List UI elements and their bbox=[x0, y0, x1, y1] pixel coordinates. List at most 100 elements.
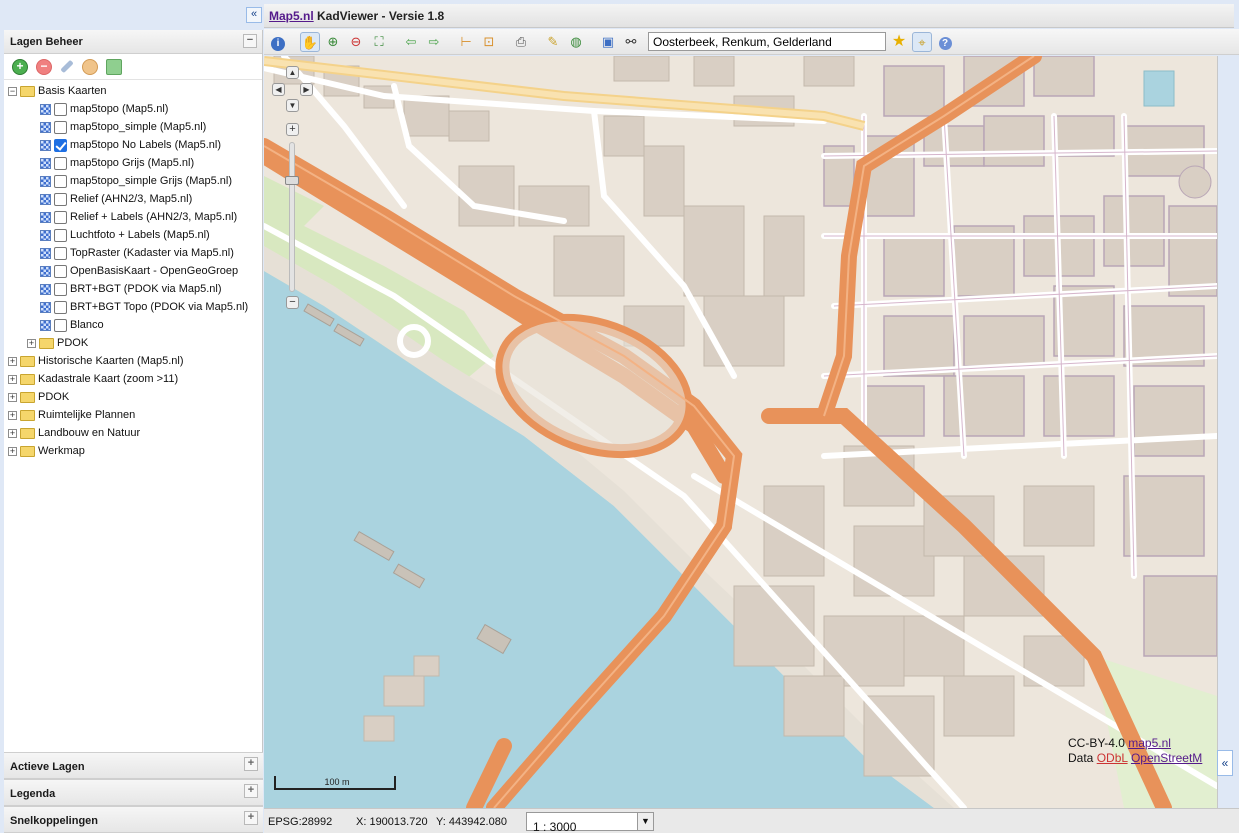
folder-basis-kaarten[interactable]: − Basis Kaarten bbox=[8, 82, 262, 100]
measure-area-icon[interactable]: ⊡ bbox=[479, 32, 499, 52]
layer-item[interactable]: map5topo No Labels (Map5.nl) bbox=[8, 136, 262, 154]
layer-checkbox[interactable] bbox=[54, 174, 67, 188]
expand-toggle[interactable]: + bbox=[8, 356, 17, 366]
pan-right-button[interactable]: ▶ bbox=[300, 83, 313, 96]
layer-item[interactable]: map5topo (Map5.nl) bbox=[8, 100, 262, 118]
wrench-icon[interactable] bbox=[60, 59, 74, 74]
attribution-map5-link[interactable]: map5.nl bbox=[1128, 736, 1171, 750]
layer-item[interactable]: Blanco bbox=[8, 316, 262, 334]
layer-label: map5topo_simple (Map5.nl) bbox=[70, 121, 207, 133]
expand-toggle[interactable]: + bbox=[27, 338, 36, 348]
pan-down-button[interactable]: ▼ bbox=[286, 99, 299, 112]
pan-hand-icon[interactable]: ✋ bbox=[300, 31, 320, 52]
layer-icon bbox=[40, 175, 51, 187]
layer-item[interactable]: TopRaster (Kadaster via Map5.nl) bbox=[8, 244, 262, 262]
chevron-down-icon[interactable]: ▼ bbox=[637, 813, 653, 830]
zoom-slider-handle[interactable] bbox=[285, 176, 299, 185]
expand-toggle[interactable]: + bbox=[8, 446, 17, 456]
pan-up-button[interactable]: ▲ bbox=[286, 66, 299, 79]
panel-legenda[interactable]: Legenda + bbox=[4, 779, 263, 806]
panel-title: Legenda bbox=[10, 788, 56, 800]
expand-panel-button[interactable]: + bbox=[244, 784, 258, 798]
binoculars-icon[interactable]: ⚯ bbox=[621, 32, 641, 52]
layer-item[interactable]: map5topo_simple (Map5.nl) bbox=[8, 118, 262, 136]
scale-select[interactable]: 1 : 3000 ▼ bbox=[526, 812, 654, 834]
globe-icon[interactable]: ◍ bbox=[566, 32, 586, 52]
double-chevron-left-icon[interactable]: « bbox=[246, 7, 262, 23]
info-icon[interactable]: i bbox=[268, 32, 288, 52]
layer-item[interactable]: map5topo Grijs (Map5.nl) bbox=[8, 154, 262, 172]
locate-search-icon[interactable]: ⌖ bbox=[912, 31, 932, 52]
folder-open-icon bbox=[20, 85, 35, 97]
layer-item[interactable]: Luchtfoto + Labels (Map5.nl) bbox=[8, 226, 262, 244]
layer-checkbox[interactable] bbox=[54, 246, 67, 260]
folder-item[interactable]: + PDOK bbox=[8, 388, 262, 406]
layer-checkbox[interactable] bbox=[54, 264, 67, 278]
zoom-in-icon[interactable]: ⊕ bbox=[323, 32, 343, 52]
panel-actieve-lagen[interactable]: Actieve Lagen + bbox=[4, 752, 263, 779]
layer-checkbox[interactable] bbox=[54, 210, 67, 224]
folder-pdok-sub[interactable]: + PDOK bbox=[8, 334, 262, 352]
layer-checkbox[interactable] bbox=[54, 282, 67, 296]
right-panel-strip bbox=[1217, 56, 1239, 808]
folder-item[interactable]: + Landbouw en Natuur bbox=[8, 424, 262, 442]
layer-checkbox[interactable] bbox=[54, 318, 67, 332]
zoom-in-button[interactable]: + bbox=[286, 123, 299, 136]
remove-icon[interactable]: − bbox=[36, 58, 52, 75]
layer-checkbox[interactable] bbox=[54, 138, 67, 152]
layer-checkbox[interactable] bbox=[54, 120, 67, 134]
print-icon[interactable]: ⎙ bbox=[511, 32, 531, 52]
expand-toggle[interactable]: + bbox=[8, 374, 17, 384]
folder-icon bbox=[20, 355, 35, 367]
zoom-out-icon[interactable]: ⊖ bbox=[346, 32, 366, 52]
zoom-extent-icon[interactable]: ⛶ bbox=[369, 32, 389, 52]
collapse-panel-button[interactable]: − bbox=[243, 34, 257, 48]
attribution-osm-link[interactable]: OpenStreetM bbox=[1131, 751, 1202, 765]
next-view-icon[interactable]: ⇨ bbox=[424, 32, 444, 52]
collapse-toggle[interactable]: − bbox=[8, 86, 17, 96]
layer-item[interactable]: BRT+BGT Topo (PDOK via Map5.nl) bbox=[8, 298, 262, 316]
edit-map-icon[interactable]: ✎ bbox=[543, 32, 563, 52]
layer-checkbox[interactable] bbox=[54, 192, 67, 206]
location-search-input[interactable] bbox=[648, 32, 886, 51]
previous-view-icon[interactable]: ⇦ bbox=[401, 32, 421, 52]
layer-checkbox[interactable] bbox=[54, 156, 67, 170]
folder-item[interactable]: + Kadastrale Kaart (zoom >11) bbox=[8, 370, 262, 388]
map5-link[interactable]: Map5.nl bbox=[269, 9, 314, 23]
zoom-slider-track[interactable] bbox=[289, 142, 295, 292]
layer-checkbox[interactable] bbox=[54, 102, 67, 116]
help-icon[interactable]: ? bbox=[935, 32, 955, 52]
attribution-odbl-link[interactable]: ODbL bbox=[1097, 751, 1128, 765]
expand-panel-button[interactable]: + bbox=[244, 757, 258, 771]
layer-item[interactable]: map5topo_simple Grijs (Map5.nl) bbox=[8, 172, 262, 190]
expand-right-panel-button[interactable]: « bbox=[1217, 750, 1233, 776]
layer-item[interactable]: Relief + Labels (AHN2/3, Map5.nl) bbox=[8, 208, 262, 226]
map-canvas[interactable]: ▲ ◀ ▶ ▼ + − 100 m CC-BY-4.0 map5.nl Data… bbox=[264, 56, 1217, 808]
layer-label: Luchtfoto + Labels (Map5.nl) bbox=[70, 229, 210, 241]
layer-style-icon[interactable] bbox=[82, 58, 98, 75]
layer-label: BRT+BGT (PDOK via Map5.nl) bbox=[70, 283, 222, 295]
layer-group-icon[interactable] bbox=[106, 58, 122, 75]
expand-toggle[interactable]: + bbox=[8, 428, 17, 438]
pan-left-button[interactable]: ◀ bbox=[272, 83, 285, 96]
panel-snelkoppelingen[interactable]: Snelkoppelingen + bbox=[4, 806, 263, 833]
folder-item[interactable]: + Werkmap bbox=[8, 442, 262, 460]
layer-item[interactable]: BRT+BGT (PDOK via Map5.nl) bbox=[8, 280, 262, 298]
layer-item[interactable]: OpenBasisKaart - OpenGeoGroep bbox=[8, 262, 262, 280]
layer-item[interactable]: Relief (AHN2/3, Map5.nl) bbox=[8, 190, 262, 208]
expand-toggle[interactable]: + bbox=[8, 392, 17, 402]
folder-item[interactable]: + Ruimtelijke Plannen bbox=[8, 406, 262, 424]
image-export-icon[interactable]: ▣ bbox=[598, 32, 618, 52]
add-icon[interactable]: + bbox=[12, 58, 28, 75]
folder-item[interactable]: + Historische Kaarten (Map5.nl) bbox=[8, 352, 262, 370]
layers-panel-header: Lagen Beheer − bbox=[4, 30, 262, 54]
star-icon[interactable]: ★ bbox=[889, 32, 909, 52]
expand-panel-button[interactable]: + bbox=[244, 811, 258, 825]
expand-toggle[interactable]: + bbox=[8, 410, 17, 420]
layer-checkbox[interactable] bbox=[54, 228, 67, 242]
layer-checkbox[interactable] bbox=[54, 300, 67, 314]
zoom-out-button[interactable]: − bbox=[286, 296, 299, 309]
layer-label: TopRaster (Kadaster via Map5.nl) bbox=[70, 247, 234, 259]
scale-select-value: 1 : 3000 bbox=[533, 820, 577, 834]
measure-length-icon[interactable]: ⊢ bbox=[456, 32, 476, 52]
